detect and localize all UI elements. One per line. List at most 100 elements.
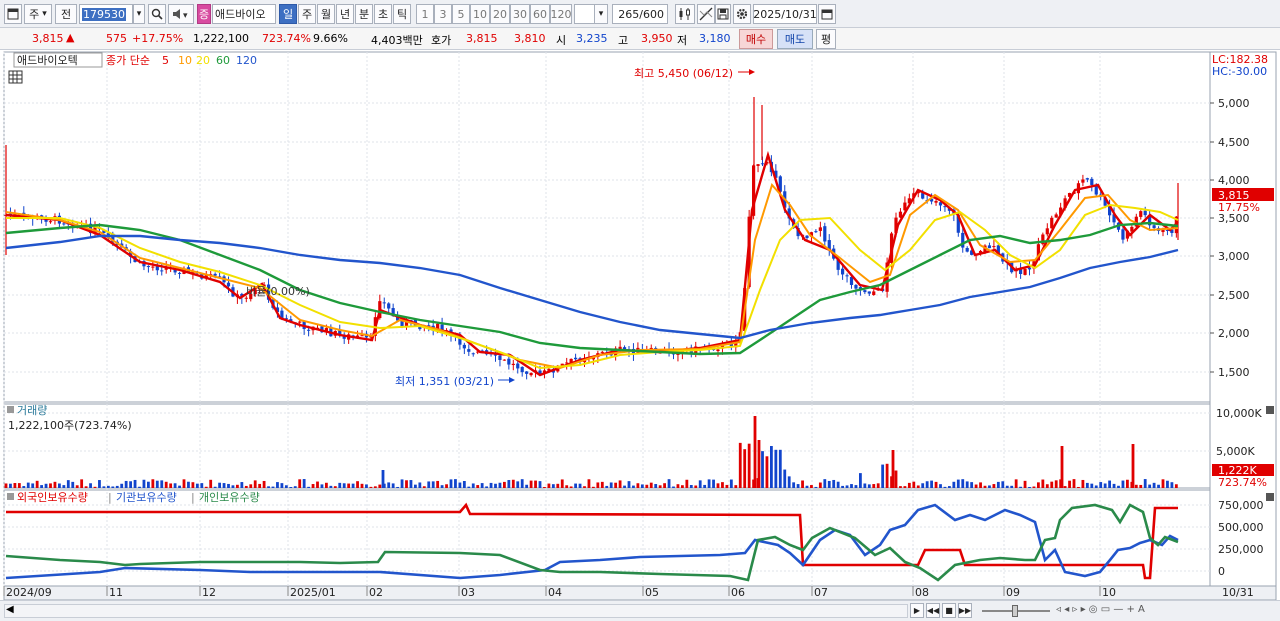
table-icon[interactable]: [8, 70, 23, 84]
window-icon[interactable]: [4, 4, 22, 24]
scroll-track[interactable]: [4, 604, 908, 618]
stock-name-field[interactable]: 애드바이오: [212, 4, 276, 24]
date-input[interactable]: 2025/10/31: [753, 4, 817, 24]
interval-button-60[interactable]: 60: [530, 4, 550, 24]
stop-icon[interactable]: ■: [942, 603, 956, 618]
price-y-tick-label: 2,500: [1218, 289, 1250, 302]
interval-button-5[interactable]: 5: [452, 4, 470, 24]
scroll-right-icon[interactable]: ▶: [910, 603, 924, 618]
price-y-tick-label: 3,000: [1218, 250, 1250, 263]
interval-button-1[interactable]: 1: [416, 4, 434, 24]
tab-year[interactable]: 년: [336, 4, 354, 24]
gear-icon[interactable]: [733, 4, 751, 24]
volume-bar: [965, 481, 969, 488]
hc-label: HC:-30.00: [1212, 65, 1267, 78]
interval-button-3[interactable]: 3: [434, 4, 452, 24]
sell-button[interactable]: 매도: [777, 29, 813, 49]
zoom-slider-thumb[interactable]: [1012, 605, 1018, 617]
all-button[interactable]: 전: [55, 4, 77, 24]
candle-body: [805, 235, 809, 239]
interval-button-30[interactable]: 30: [510, 4, 530, 24]
tab-month[interactable]: 월: [317, 4, 335, 24]
volume-bar: [485, 486, 488, 488]
volume-bar: [280, 483, 284, 488]
panel-stock-name: 애드바이오텍: [17, 54, 78, 67]
volume-bar: [267, 486, 270, 488]
volume-bar: [31, 483, 35, 488]
volume-bar: [311, 484, 315, 488]
tab-minute[interactable]: 분: [355, 4, 373, 24]
volume-bar: [774, 449, 778, 488]
volume-bar: [222, 483, 226, 488]
volume-bar: [863, 483, 867, 488]
x-axis-label: 03: [461, 586, 475, 599]
volume-bar: [916, 485, 920, 488]
volume-bar: [115, 485, 119, 488]
tab-tick[interactable]: 틱: [393, 4, 411, 24]
volume-bar: [173, 483, 177, 488]
candle-body: [382, 302, 386, 304]
up-arrow-icon: ▲: [66, 31, 75, 44]
tab-day[interactable]: 일: [279, 4, 297, 24]
holding-panel-close-icon[interactable]: [1266, 493, 1274, 501]
stock-chart[interactable]: 5,0004,5004,0003,5003,0002,5002,0001,500…: [0, 50, 1280, 600]
volume-bar: [1170, 482, 1174, 488]
volume-bar: [907, 482, 911, 488]
candle-body: [213, 273, 217, 276]
price-change-pct: +17.75%: [132, 32, 184, 45]
interval-button-10[interactable]: 10: [470, 4, 490, 24]
volume-bar: [667, 479, 671, 488]
volume-panel[interactable]: [3, 403, 1211, 489]
toolbar-mini-icons[interactable]: ◃ ◂ ▹ ▸ ◎ ▭ — + A: [1056, 604, 1145, 615]
draw-line-icon[interactable]: [697, 4, 715, 24]
chevron-down-icon[interactable]: ▾: [594, 4, 608, 24]
tab-second[interactable]: 초: [374, 4, 392, 24]
interval-button-120[interactable]: 120: [550, 4, 572, 24]
avg-button[interactable]: 평: [816, 29, 836, 49]
volume-bar: [436, 480, 440, 488]
stock-code-value: 179530: [82, 7, 126, 21]
volume-bar: [1143, 479, 1147, 488]
candle-body: [529, 372, 533, 376]
volume-bar: [373, 486, 377, 488]
interval-button-20[interactable]: 20: [490, 4, 510, 24]
volume-panel-close-icon[interactable]: [1266, 406, 1274, 414]
volume-bar: [1050, 481, 1054, 488]
scroll-left-icon[interactable]: ◀: [6, 604, 14, 615]
volume-bar: [992, 484, 996, 488]
candle-body: [845, 275, 849, 277]
ma-title: 종가 단순: [106, 54, 150, 67]
search-icon[interactable]: [148, 4, 166, 24]
volume-bar: [894, 470, 898, 488]
calendar-icon[interactable]: [818, 4, 836, 24]
volume-bar: [827, 480, 831, 488]
volume-bar: [284, 485, 288, 488]
candle-body: [716, 349, 720, 352]
volume-bar: [587, 479, 591, 488]
volume-bar: [445, 484, 448, 488]
volume-bar: [939, 484, 942, 488]
volume-bar: [249, 484, 253, 488]
stock-dropdown-button[interactable]: ▾: [133, 4, 145, 24]
candle-type-icon[interactable]: [675, 4, 695, 24]
volume-spike: [1060, 446, 1064, 488]
volume-bar: [983, 485, 987, 488]
count-input[interactable]: 265/600: [612, 4, 668, 24]
period-select[interactable]: 주 ▾: [24, 4, 52, 24]
jump-last-icon[interactable]: ▶▶: [958, 603, 972, 618]
volume-bar: [560, 479, 564, 488]
tab-week[interactable]: 주: [298, 4, 316, 24]
volume-bar: [120, 483, 124, 488]
volume-bar: [1148, 484, 1152, 488]
save-icon[interactable]: [715, 4, 731, 24]
low-annotation: 최저 1,351 (03/21): [395, 375, 494, 388]
jump-first-icon[interactable]: ◀◀: [926, 603, 940, 618]
volume-bar: [58, 483, 61, 488]
candle-body: [48, 221, 53, 223]
speaker-icon[interactable]: ▾: [168, 4, 194, 24]
volume-bar: [729, 479, 733, 488]
buy-button[interactable]: 매수: [739, 29, 773, 49]
price-y-tick-label: 4,500: [1218, 136, 1250, 149]
volume-bar: [84, 486, 88, 488]
stock-code-input[interactable]: 179530: [79, 4, 133, 24]
